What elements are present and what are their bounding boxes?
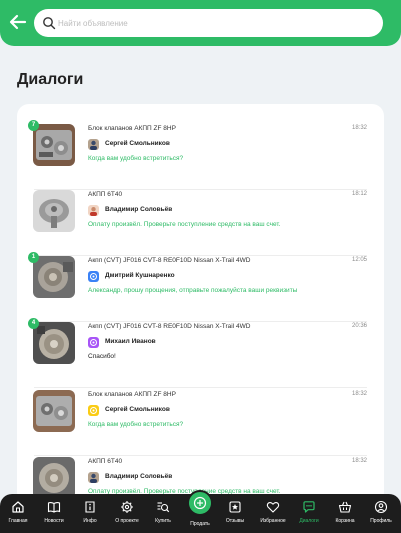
user-photo-icon — [88, 139, 99, 150]
unread-badge: 7 — [28, 120, 39, 131]
dialog-user: Михаил Иванов — [105, 338, 156, 345]
back-arrow-icon[interactable] — [8, 11, 28, 33]
dialog-time: 12:05 — [351, 257, 367, 263]
search-input[interactable] — [58, 13, 358, 33]
dialog-message: Оплату произвёл. Проверьте поступление с… — [88, 221, 281, 228]
chat-icon — [303, 501, 315, 513]
dialog-user: Сергей Смольников — [105, 406, 170, 413]
star-badge-icon — [229, 501, 241, 513]
dialog-time: 20:36 — [351, 323, 367, 329]
dialog-user: Сергей Смольников — [105, 140, 170, 147]
dialog-message: Спасибо! — [88, 353, 116, 360]
user-photo-icon — [88, 472, 99, 483]
page-title: Диалоги — [17, 71, 84, 88]
nav-buy[interactable]: Купить — [145, 500, 181, 530]
heart-icon — [266, 501, 280, 513]
top-header — [0, 0, 401, 46]
info-icon — [85, 501, 95, 513]
dialogs-card: 7 Блок клапанов АКПП ZF 8HP 18:32 Сергей… — [17, 104, 384, 504]
nav-cart-label: Корзина — [335, 518, 355, 524]
nav-buy-label: Купить — [155, 518, 171, 524]
dialog-title: Акпп (CVT) JF016 CVT-8 RE0F10D Nissan X-… — [88, 257, 251, 264]
blue-avatar-icon — [88, 271, 99, 282]
yellow-avatar-icon — [88, 405, 99, 416]
nav-profile-label: Профиль — [370, 518, 392, 524]
nav-reviews[interactable]: Отзывы — [217, 500, 253, 530]
search-bar[interactable] — [34, 9, 383, 37]
dialog-item[interactable]: АКПП 6T40 18:12 Владимир Соловьёв Оплату… — [17, 190, 384, 256]
product-thumbnail — [33, 390, 75, 432]
home-icon — [12, 501, 24, 513]
gear-icon — [121, 501, 133, 513]
post-ad-label: Продать — [190, 521, 210, 527]
dialog-title: АКПП 6T40 — [88, 191, 123, 198]
book-icon — [47, 502, 61, 513]
dialog-time: 18:32 — [351, 125, 367, 131]
nav-favorites-label: Избранное — [260, 518, 286, 524]
product-thumbnail — [33, 322, 75, 364]
purple-avatar-icon — [88, 337, 99, 348]
nav-dialogs-label: Диалоги — [299, 518, 319, 524]
dialog-item[interactable]: 1 Акпп (CVT) JF016 CVT-8 RE0F10D Nissan … — [17, 252, 384, 322]
divider — [34, 455, 367, 456]
product-thumbnail — [33, 256, 75, 298]
nav-reviews-label: Отзывы — [225, 518, 245, 524]
unread-badge: 4 — [28, 318, 39, 329]
nav-dialogs[interactable]: Диалоги — [291, 500, 327, 530]
nav-home[interactable]: Главная — [0, 500, 36, 530]
dialog-user: Дмитрий Кушнаренко — [105, 272, 175, 279]
nav-info[interactable]: Инфо — [72, 500, 108, 530]
plus-icon — [193, 496, 207, 510]
search-icon — [43, 17, 56, 30]
dialog-time: 18:32 — [351, 391, 367, 397]
dialog-item[interactable]: 7 Блок клапанов АКПП ZF 8HP 18:32 Сергей… — [17, 120, 384, 190]
dialog-title: АКПП 6T40 — [88, 458, 123, 465]
dialog-user: Владимир Соловьёв — [105, 473, 173, 480]
nav-cart[interactable]: Корзина — [327, 500, 363, 530]
nav-about[interactable]: О проекте — [109, 500, 145, 530]
dialog-user: Владимир Соловьёв — [105, 206, 173, 213]
user-photo-icon — [88, 205, 99, 216]
dialog-item[interactable]: Блок клапанов АКПП ZF 8HP 18:32 Сергей С… — [17, 390, 384, 456]
nav-profile[interactable]: Профиль — [363, 500, 399, 530]
dialog-title: Блок клапанов АКПП ZF 8HP — [88, 125, 176, 132]
dialog-item[interactable]: 4 Акпп (CVT) JF016 CVT-8 RE0F10D Nissan … — [17, 318, 384, 388]
dialog-title: Акпп (CVT) JF016 CVT-8 RE0F10D Nissan X-… — [88, 323, 251, 330]
search-list-icon — [157, 502, 170, 513]
dialog-time: 18:12 — [351, 191, 367, 197]
dialog-time: 18:32 — [351, 458, 367, 464]
unread-badge: 1 — [28, 252, 39, 263]
divider — [34, 387, 367, 388]
product-thumbnail — [33, 124, 75, 166]
basket-icon — [338, 501, 352, 513]
post-ad-button[interactable] — [187, 490, 213, 516]
nav-home-label: Главная — [8, 518, 28, 524]
nav-news-label: Новости — [44, 518, 64, 524]
dialog-message: Когда вам удобно встретиться? — [88, 421, 184, 428]
dialog-message: Александр, прошу прощения, отправьте пож… — [88, 287, 298, 294]
profile-icon — [374, 500, 388, 514]
nav-news[interactable]: Новости — [36, 500, 72, 530]
nav-about-label: О проекте — [115, 518, 139, 524]
nav-info-label: Инфо — [83, 518, 97, 524]
product-thumbnail — [33, 190, 75, 232]
dialog-message: Когда вам удобно встретиться? — [88, 155, 184, 162]
dialog-title: Блок клапанов АКПП ZF 8HP — [88, 391, 176, 398]
product-thumbnail — [33, 457, 75, 499]
nav-favorites[interactable]: Избранное — [255, 500, 291, 530]
